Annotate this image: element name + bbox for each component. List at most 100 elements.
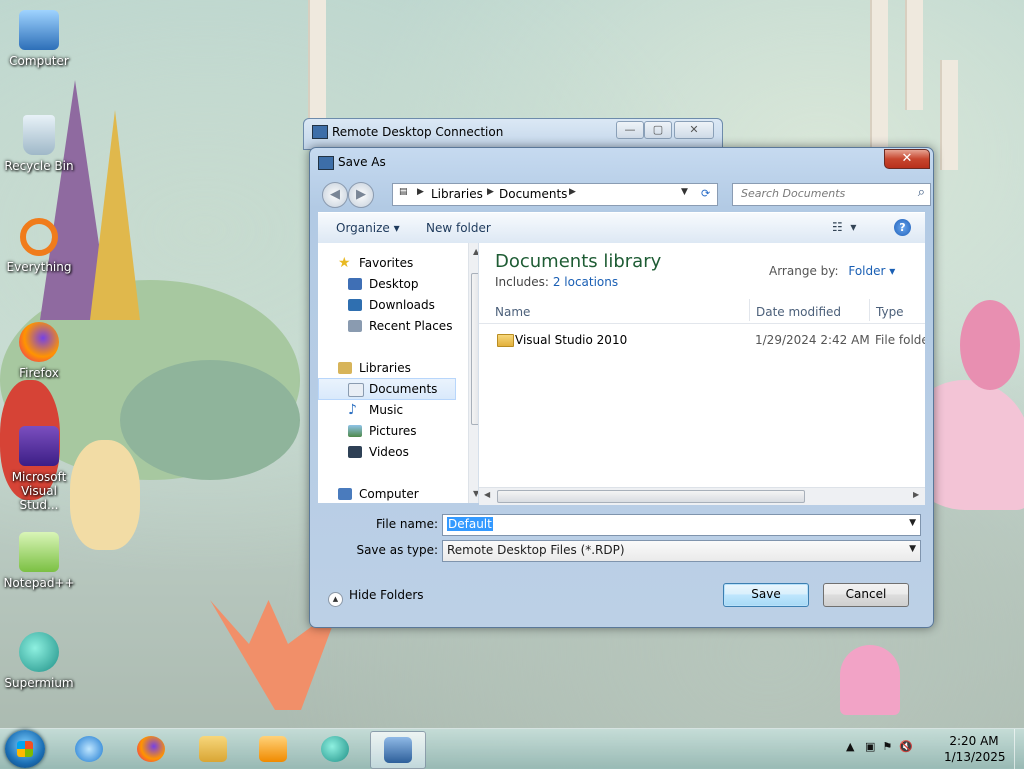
close-button[interactable]: ✕ [884, 149, 930, 169]
chevron-up-icon: ▲ [328, 592, 343, 607]
downloads-icon [348, 299, 362, 311]
computer-icon [19, 10, 59, 50]
includes-locations-link[interactable]: 2 locations [553, 275, 618, 289]
desktop-icon-supermium[interactable]: Supermium [2, 632, 76, 690]
scrollbar-thumb[interactable] [497, 490, 805, 503]
save-form: File name: Default ▼ Save as type: Remot… [318, 506, 925, 566]
remote-desktop-window[interactable]: Remote Desktop Connection — ▢ ✕ [303, 118, 723, 150]
refresh-icon[interactable]: ⟳ [701, 187, 710, 200]
desktop-icon-everything[interactable]: Everything [2, 218, 76, 274]
arrange-by: Arrange by: Folder ▾ [769, 264, 896, 278]
nav-videos[interactable]: Videos [318, 442, 458, 462]
remote-desktop-icon [384, 737, 412, 763]
desktop-icon-recycle-bin[interactable]: Recycle Bin [2, 115, 76, 173]
desktop-icon-firefox[interactable]: Firefox [2, 322, 76, 380]
chevron-down-icon[interactable]: ▼ [681, 187, 688, 197]
taskbar: ▲ ▣ ⚑ 🔇 2:20 AM 1/13/2025 [0, 728, 1024, 769]
taskbar-media-player[interactable] [246, 731, 300, 767]
organize-button[interactable]: Organize ▾ [336, 221, 400, 235]
new-folder-button[interactable]: New folder [426, 221, 491, 235]
taskbar-supermium[interactable] [308, 731, 362, 767]
music-icon: ♪ [348, 402, 357, 418]
nav-music[interactable]: ♪ Music [318, 400, 458, 420]
wallpaper-cupcake [840, 645, 900, 715]
firefox-icon [137, 736, 165, 762]
wallpaper-plant [960, 300, 1020, 390]
minimize-button[interactable]: — [616, 121, 644, 139]
navigation-scrollbar[interactable]: ▲ ▼ [468, 243, 478, 503]
nav-pictures[interactable]: Pictures [318, 421, 458, 441]
supermium-icon [19, 632, 59, 672]
address-bar[interactable]: ▤ ▶ Libraries ▶ Documents ▶ ▼ ⟳ [392, 183, 718, 206]
nav-favorites[interactable]: ★ Favorites [318, 253, 458, 273]
desktop-icon-visual-studio[interactable]: Microsoft Visual Stud... [2, 426, 76, 512]
hide-folders-button[interactable]: ▲ Hide Folders [328, 588, 424, 607]
help-icon[interactable]: ? [894, 219, 911, 236]
chevron-right-icon: ▶ [417, 187, 424, 197]
file-list-pane: Documents library Includes: 2 locations … [479, 243, 925, 505]
windows-logo-icon [17, 741, 33, 757]
nav-downloads[interactable]: Downloads [318, 295, 458, 315]
chevron-down-icon[interactable]: ▼ [909, 518, 916, 528]
file-name-input[interactable]: Default ▼ [442, 514, 921, 536]
notepad-plus-plus-icon [19, 532, 59, 572]
folder-icon [199, 736, 227, 762]
column-type[interactable]: Type [876, 305, 904, 319]
save-as-icon [318, 156, 334, 170]
cancel-button[interactable]: Cancel [823, 583, 909, 607]
chevron-right-icon: ▶ [569, 187, 576, 197]
dialog-title: Save As [338, 155, 386, 169]
breadcrumb-libraries[interactable]: Libraries [431, 187, 483, 201]
search-icon[interactable]: ⌕ [918, 185, 925, 200]
library-includes: Includes: 2 locations [495, 275, 619, 289]
column-divider [869, 299, 870, 321]
scroll-right-icon[interactable]: ▶ [913, 490, 919, 499]
wallpaper-doll [70, 440, 140, 550]
taskbar-explorer[interactable] [186, 731, 240, 767]
nav-documents[interactable]: Documents [318, 378, 456, 400]
desktop-icon-computer[interactable]: Computer [2, 10, 76, 68]
nav-desktop[interactable]: Desktop [318, 274, 458, 294]
firefox-icon [19, 322, 59, 362]
column-date-modified[interactable]: Date modified [756, 305, 841, 319]
taskbar-internet-explorer[interactable] [62, 731, 116, 767]
maximize-button[interactable]: ▢ [644, 121, 672, 139]
clock[interactable]: 2:20 AM 1/13/2025 [944, 733, 1006, 765]
file-row[interactable]: Visual Studio 2010 1/29/2024 2:42 AM Fil… [489, 331, 925, 351]
library-title: Documents library [495, 251, 662, 272]
scroll-left-icon[interactable]: ◀ [484, 490, 490, 499]
documents-icon [348, 383, 364, 397]
nav-libraries[interactable]: Libraries [318, 358, 458, 378]
arrange-by-dropdown[interactable]: Folder ▾ [848, 264, 895, 278]
back-button[interactable]: ◀ [322, 182, 348, 208]
column-name[interactable]: Name [495, 305, 530, 319]
save-as-dialog[interactable]: Save As ✕ ◀ ▶ ▤ ▶ Libraries ▶ Documents … [309, 147, 934, 628]
show-desktop-button[interactable] [1014, 729, 1024, 769]
chevron-right-icon: ▶ [487, 187, 494, 197]
media-player-icon [259, 736, 287, 762]
taskbar-firefox[interactable] [124, 731, 178, 767]
nav-computer[interactable]: Computer [318, 484, 458, 503]
chevron-down-icon[interactable]: ▼ [909, 544, 916, 554]
save-as-type-select[interactable]: Remote Desktop Files (*.RDP) ▼ [442, 540, 921, 562]
taskbar-remote-desktop[interactable] [370, 731, 426, 769]
scrollbar-thumb[interactable] [471, 273, 478, 425]
view-options-icon[interactable]: ☷ ▾ [832, 220, 856, 234]
folder-icon [497, 334, 514, 347]
close-button[interactable]: ✕ [674, 121, 714, 139]
visual-studio-icon [19, 426, 59, 466]
search-input[interactable]: Search Documents ⌕ [732, 183, 931, 206]
recycle-bin-icon [23, 115, 55, 155]
pictures-icon [348, 425, 362, 437]
horizontal-scrollbar[interactable]: ◀ ▶ [479, 487, 925, 505]
libraries-icon [338, 362, 352, 374]
desktop-icon-notepad-plus-plus[interactable]: Notepad++ [2, 532, 76, 590]
breadcrumb-documents[interactable]: Documents [499, 187, 567, 201]
save-button[interactable]: Save [723, 583, 809, 607]
start-button[interactable] [5, 730, 45, 768]
wallpaper-tree [905, 0, 923, 110]
nav-recent-places[interactable]: Recent Places [318, 316, 458, 336]
forward-button[interactable]: ▶ [348, 182, 374, 208]
column-headers: Name Date modified Type [479, 297, 925, 324]
system-tray[interactable]: ▲ ▣ ⚑ 🔇 [846, 740, 913, 753]
